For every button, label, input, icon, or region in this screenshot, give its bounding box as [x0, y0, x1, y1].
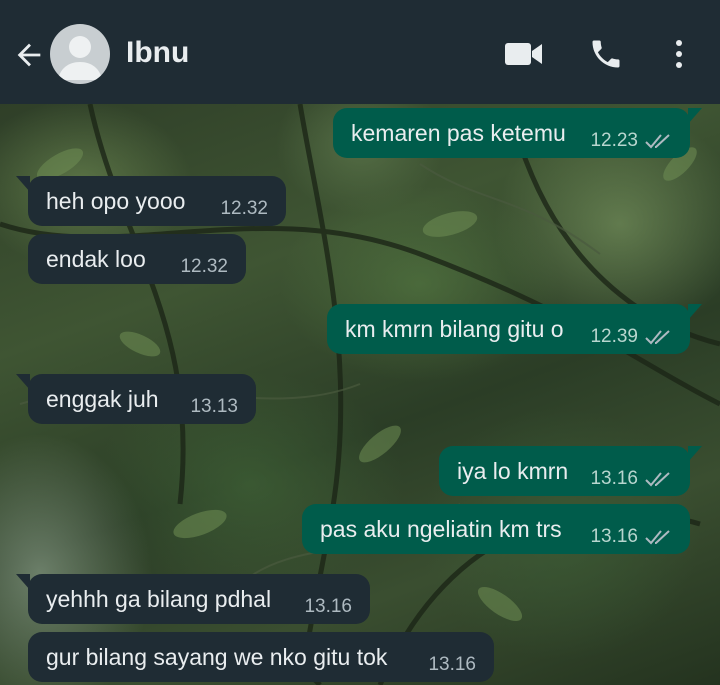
message-time: 13.13 [190, 396, 238, 417]
message-meta: 13.16 [590, 512, 672, 562]
message-text: endak loo [46, 246, 146, 272]
message-time: 12.32 [180, 256, 228, 277]
message-time: 12.23 [590, 130, 638, 151]
message-time: 13.16 [304, 596, 352, 617]
avatar[interactable] [50, 24, 110, 84]
message-text: yehhh ga bilang pdhal [46, 586, 272, 612]
message-time: 13.16 [590, 468, 638, 489]
bubble-tail [688, 108, 702, 124]
message-time: 13.16 [428, 654, 476, 675]
message-text: pas aku ngeliatin km trs [320, 516, 562, 542]
message-bubble-outgoing[interactable]: km kmrn bilang gitu o 12.39 [327, 304, 702, 354]
bubble-tail [688, 304, 702, 320]
message-meta: 13.16 [590, 454, 672, 504]
double-check-icon [645, 134, 670, 149]
message-time: 12.32 [220, 198, 268, 219]
message-text: kemaren pas ketemu [351, 120, 566, 146]
back-arrow-icon[interactable] [12, 38, 46, 72]
message-bubble-incoming[interactable]: heh opo yooo 12.32 [16, 176, 286, 226]
chat-area[interactable]: kemaren pas ketemu 12.23 heh opo yooo 12… [0, 104, 720, 685]
message-bubble-incoming[interactable]: gur bilang sayang we nko gitu tok 13.16 [28, 632, 494, 682]
message-bubble-outgoing[interactable]: pas aku ngeliatin km trs 13.16 [302, 504, 690, 554]
more-menu-icon[interactable] [664, 36, 694, 72]
bubble-tail [16, 574, 30, 590]
bubble-tail [16, 374, 30, 390]
message-bubble-incoming[interactable]: yehhh ga bilang pdhal 13.16 [16, 574, 370, 624]
message-text: gur bilang sayang we nko gitu tok [46, 644, 388, 670]
video-call-icon[interactable] [503, 36, 543, 72]
message-meta: 12.39 [590, 312, 672, 362]
message-text: enggak juh [46, 386, 159, 412]
message-text: km kmrn bilang gitu o [345, 316, 564, 342]
double-check-icon [645, 472, 670, 487]
phone-icon[interactable] [586, 36, 626, 72]
chat-header: Ibnu [0, 0, 720, 104]
message-bubble-outgoing[interactable]: iya lo kmrn 13.16 [439, 446, 702, 496]
message-text: iya lo kmrn [457, 458, 569, 484]
message-time: 12.39 [590, 326, 638, 347]
message-text: heh opo yooo [46, 188, 186, 214]
message-meta: 12.23 [590, 116, 672, 166]
double-check-icon [645, 530, 670, 545]
message-bubble-incoming[interactable]: endak loo 12.32 [28, 234, 246, 284]
message-bubble-outgoing[interactable]: kemaren pas ketemu 12.23 [333, 108, 702, 158]
double-check-icon [645, 330, 670, 345]
bubble-tail [688, 446, 702, 462]
message-bubble-incoming[interactable]: enggak juh 13.13 [16, 374, 256, 424]
message-time: 13.16 [590, 526, 638, 547]
contact-name[interactable]: Ibnu [126, 36, 189, 70]
bubble-tail [16, 176, 30, 192]
